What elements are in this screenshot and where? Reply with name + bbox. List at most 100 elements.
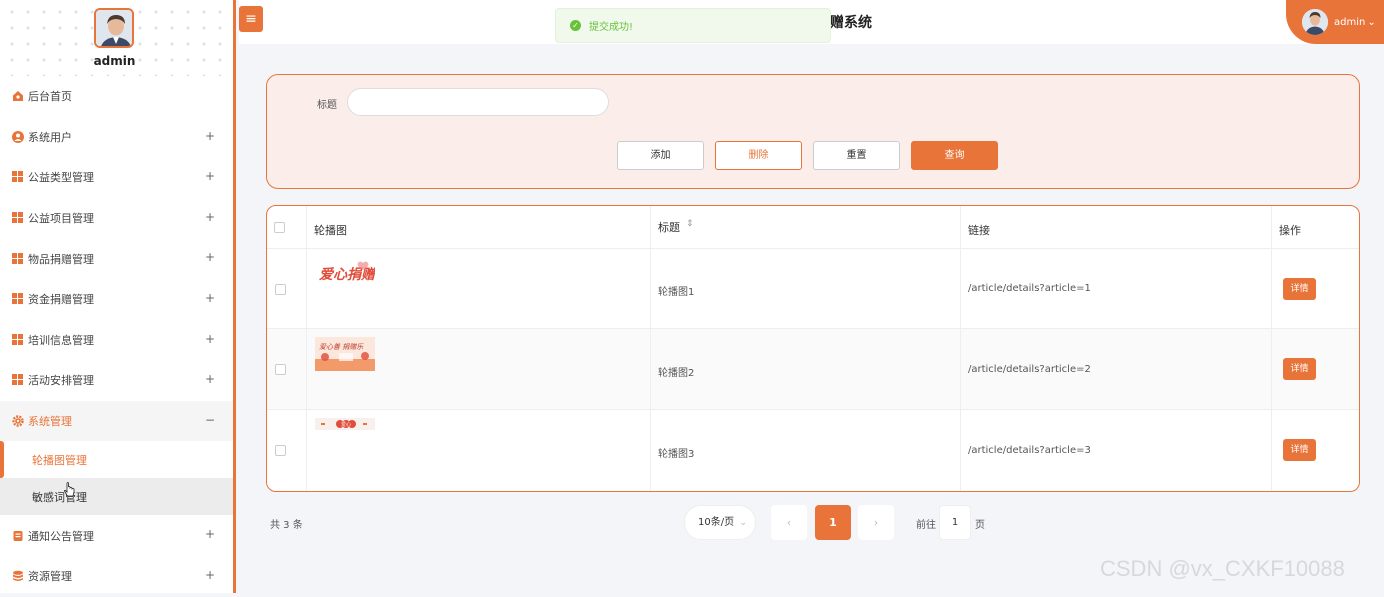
user-icon	[12, 130, 24, 143]
table-row[interactable]: 爱心 轮播图3 /article/details?article=3 详情	[267, 410, 1359, 491]
pagination: 共 3 条 10条/页 ⌄ ‹ 1 › 前往 1 页	[266, 505, 1360, 541]
sidebar-subitem-label: 敏感词管理	[32, 490, 87, 504]
page-title: 赠系统	[830, 15, 872, 31]
sidebar-item-charity-projects[interactable]: 公益项目管理 +	[0, 198, 233, 239]
chevron-down-icon: ⌄	[739, 518, 747, 528]
select-all-checkbox[interactable]	[274, 222, 285, 233]
row-checkbox[interactable]	[275, 445, 286, 456]
prev-page-button[interactable]: ‹	[771, 505, 807, 540]
query-button[interactable]: 查询	[911, 141, 998, 170]
expand-icon: +	[204, 331, 215, 346]
sort-icon[interactable]: ⇕	[686, 219, 694, 229]
title-filter-label: 标题	[317, 100, 337, 111]
sidebar-item-label: 后台首页	[28, 90, 72, 104]
sidebar-item-training[interactable]: 培训信息管理 +	[0, 320, 233, 361]
expand-icon: +	[204, 372, 215, 387]
avatar[interactable]	[94, 8, 134, 48]
sidebar-item-notices[interactable]: 通知公告管理 +	[0, 515, 233, 556]
page-1-button[interactable]: 1	[815, 505, 851, 540]
menu-toggle-button[interactable]: ≡	[239, 6, 263, 32]
sidebar-item-label: 资金捐赠管理	[28, 293, 94, 307]
expand-icon: +	[204, 169, 215, 184]
delete-button[interactable]: 删除	[715, 141, 802, 170]
sidebar-item-system-users[interactable]: 系统用户 +	[0, 117, 233, 158]
column-header-actions: 操作	[1279, 224, 1301, 237]
sidebar-subitem-sensitive-words[interactable]: 敏感词管理	[0, 478, 233, 516]
notice-icon	[12, 530, 24, 542]
system-submenu: 轮播图管理 敏感词管理	[0, 441, 233, 516]
details-button[interactable]: 详情	[1283, 439, 1316, 461]
carousel-thumbnail: 爱心	[315, 418, 375, 430]
success-toast: ✓ 提交成功!	[555, 8, 831, 43]
sidebar-item-label: 公益类型管理	[28, 171, 94, 185]
grid-icon	[12, 293, 24, 305]
grid-icon	[12, 171, 24, 183]
thumbnail-caption: 爱心善 捐赠乐	[319, 343, 364, 351]
add-button[interactable]: 添加	[617, 141, 704, 170]
database-icon	[12, 570, 24, 582]
sidebar-item-activities[interactable]: 活动安排管理 +	[0, 360, 233, 401]
expand-icon: +	[204, 527, 215, 542]
sidebar-item-label: 培训信息管理	[28, 333, 94, 347]
sidebar: admin 后台首页 系统用户 + 公益类型管理 + 公益项目管理 + 物品捐赠…	[0, 0, 236, 593]
grid-icon	[12, 252, 24, 265]
table-row[interactable]: 爱心善 捐赠乐 轮播图2 /article/details?article=2 …	[267, 329, 1359, 410]
page-size-value: 10条/页	[698, 517, 735, 528]
column-header-image: 轮播图	[314, 224, 347, 237]
expand-icon: +	[204, 290, 215, 305]
row-link: /article/details?article=3	[968, 445, 1091, 456]
carousel-thumbnail: 爱心捐赠	[315, 257, 375, 291]
watermark: CSDN @vx_CXKF10088	[1100, 556, 1345, 581]
sidebar-item-label: 活动安排管理	[28, 374, 94, 388]
chevron-down-icon: ⌄	[1367, 16, 1376, 28]
reset-button[interactable]: 重置	[813, 141, 900, 170]
row-title: 轮播图2	[658, 368, 695, 379]
header-user-name: admin	[1334, 16, 1366, 28]
carousel-thumbnail: 爱心善 捐赠乐	[315, 337, 375, 371]
sidebar-item-label: 公益项目管理	[28, 212, 94, 226]
row-title: 轮播图1	[658, 287, 695, 298]
expand-icon: +	[204, 209, 215, 224]
title-filter-input[interactable]	[347, 88, 609, 116]
table-row[interactable]: 爱心捐赠 轮播图1 /article/details?article=1 详情	[267, 249, 1359, 329]
sidebar-item-label: 系统用户	[28, 130, 72, 144]
grid-icon	[12, 212, 24, 224]
row-link: /article/details?article=2	[968, 364, 1091, 375]
column-header-title-label: 标题	[658, 221, 680, 234]
search-panel: 标题 添加 删除 重置 查询	[266, 74, 1360, 189]
sidebar-item-item-donations[interactable]: 物品捐赠管理 +	[0, 238, 233, 279]
page-size-select[interactable]: 10条/页 ⌄	[684, 505, 756, 540]
goto-page-input[interactable]: 1	[939, 505, 971, 540]
user-menu[interactable]: admin ⌄	[1286, 0, 1384, 44]
sidebar-item-charity-types[interactable]: 公益类型管理 +	[0, 157, 233, 198]
next-page-button[interactable]: ›	[858, 505, 894, 540]
sidebar-item-label: 系统管理	[28, 415, 72, 429]
sidebar-item-home[interactable]: 后台首页	[0, 76, 233, 117]
goto-suffix: 页	[975, 520, 985, 531]
sidebar-item-fund-donations[interactable]: 资金捐赠管理 +	[0, 279, 233, 320]
thumbnail-caption: 爱心捐赠	[319, 266, 375, 283]
grid-icon	[12, 374, 24, 386]
home-icon	[12, 90, 24, 102]
sidebar-item-system-management[interactable]: 系统管理 −	[0, 400, 233, 442]
details-button[interactable]: 详情	[1283, 278, 1316, 300]
column-header-title[interactable]: 标题 ⇕	[651, 206, 961, 248]
grid-icon	[12, 333, 24, 346]
sidebar-item-resources[interactable]: 资源管理 +	[0, 556, 233, 597]
toast-message: 提交成功!	[589, 22, 634, 33]
thumbnail-caption: 爱心	[341, 421, 351, 428]
sidebar-subitem-label: 轮播图管理	[32, 453, 87, 467]
row-title: 轮播图3	[658, 449, 695, 460]
row-checkbox[interactable]	[275, 284, 286, 295]
sidebar-subitem-carousel[interactable]: 轮播图管理	[0, 441, 233, 479]
sidebar-item-label: 物品捐赠管理	[28, 252, 94, 266]
check-circle-icon: ✓	[570, 20, 581, 31]
carousel-table: 轮播图 标题 ⇕ 链接 操作 爱心捐赠 轮播图1 /article/detail…	[266, 205, 1360, 492]
sidebar-item-label: 通知公告管理	[28, 529, 94, 543]
sidebar-profile: admin	[0, 0, 233, 76]
expand-icon: +	[204, 567, 215, 582]
row-checkbox[interactable]	[275, 364, 286, 375]
details-button[interactable]: 详情	[1283, 358, 1316, 380]
gear-icon	[12, 415, 24, 427]
mouse-cursor-icon	[64, 482, 75, 497]
